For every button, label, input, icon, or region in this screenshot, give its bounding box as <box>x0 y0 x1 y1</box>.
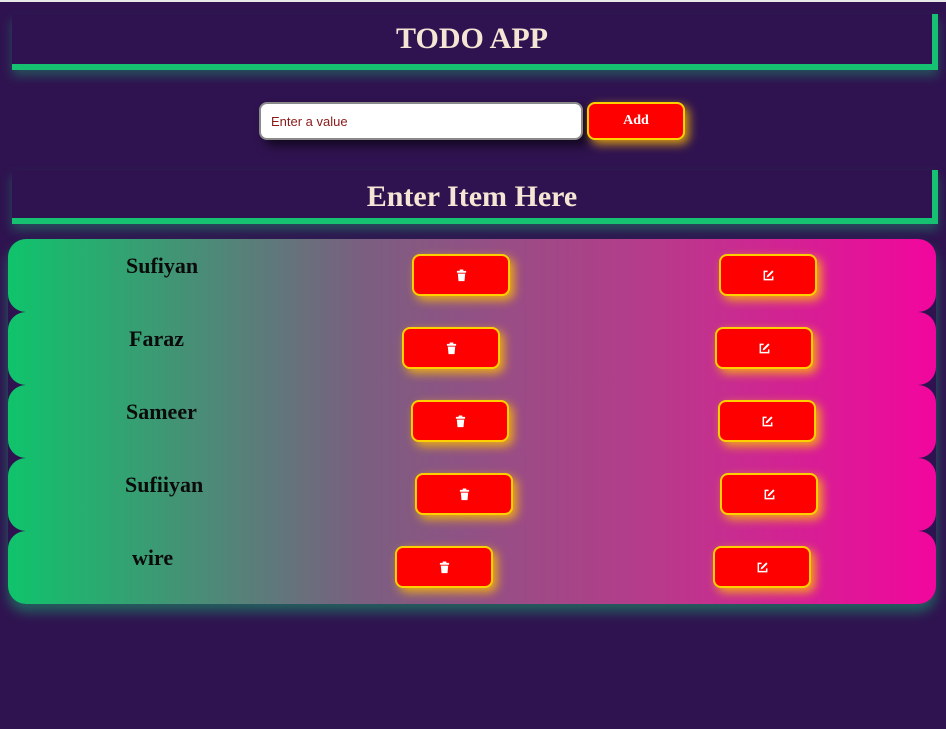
todo-item: Sufiyan <box>8 239 936 312</box>
todo-item: Faraz <box>8 312 936 385</box>
trash-icon <box>455 414 465 427</box>
section-header: Enter Item Here <box>12 170 938 224</box>
todo-item-name: wire <box>132 545 174 570</box>
app-title: TODO APP <box>396 22 548 55</box>
todo-list: Sufiyan Faraz Sameer Sufiiyan wire <box>8 239 936 604</box>
add-button[interactable]: Add <box>587 102 685 140</box>
todo-item-name: Sameer <box>126 399 197 424</box>
edit-icon <box>764 488 775 499</box>
delete-button[interactable] <box>412 254 510 296</box>
edit-button[interactable] <box>718 400 816 442</box>
trash-icon <box>439 560 449 573</box>
trash-icon <box>446 341 456 354</box>
item-input[interactable] <box>259 102 583 140</box>
todo-item: Sufiiyan <box>8 458 936 531</box>
delete-button[interactable] <box>415 473 513 515</box>
trash-icon <box>456 268 466 281</box>
todo-item-name: Sufiyan <box>126 253 199 278</box>
todo-item: wire <box>8 531 936 604</box>
todo-item-name: Sufiiyan <box>125 472 204 497</box>
edit-button[interactable] <box>715 327 813 369</box>
edit-icon <box>763 269 774 280</box>
todo-item: Sameer <box>8 385 936 458</box>
delete-button[interactable] <box>395 546 493 588</box>
todo-item-name: Faraz <box>129 326 184 351</box>
trash-icon <box>459 487 469 500</box>
edit-button[interactable] <box>719 254 817 296</box>
edit-button[interactable] <box>713 546 811 588</box>
section-title: Enter Item Here <box>366 180 578 213</box>
edit-icon <box>759 342 770 353</box>
edit-icon <box>762 415 773 426</box>
add-item-form: Add <box>259 102 685 140</box>
todo-app-page: TODO APP Add Enter Item Here Sufiyan Far… <box>0 0 946 729</box>
app-header: TODO APP <box>12 14 938 70</box>
edit-icon <box>757 561 768 572</box>
delete-button[interactable] <box>411 400 509 442</box>
delete-button[interactable] <box>402 327 500 369</box>
edit-button[interactable] <box>720 473 818 515</box>
